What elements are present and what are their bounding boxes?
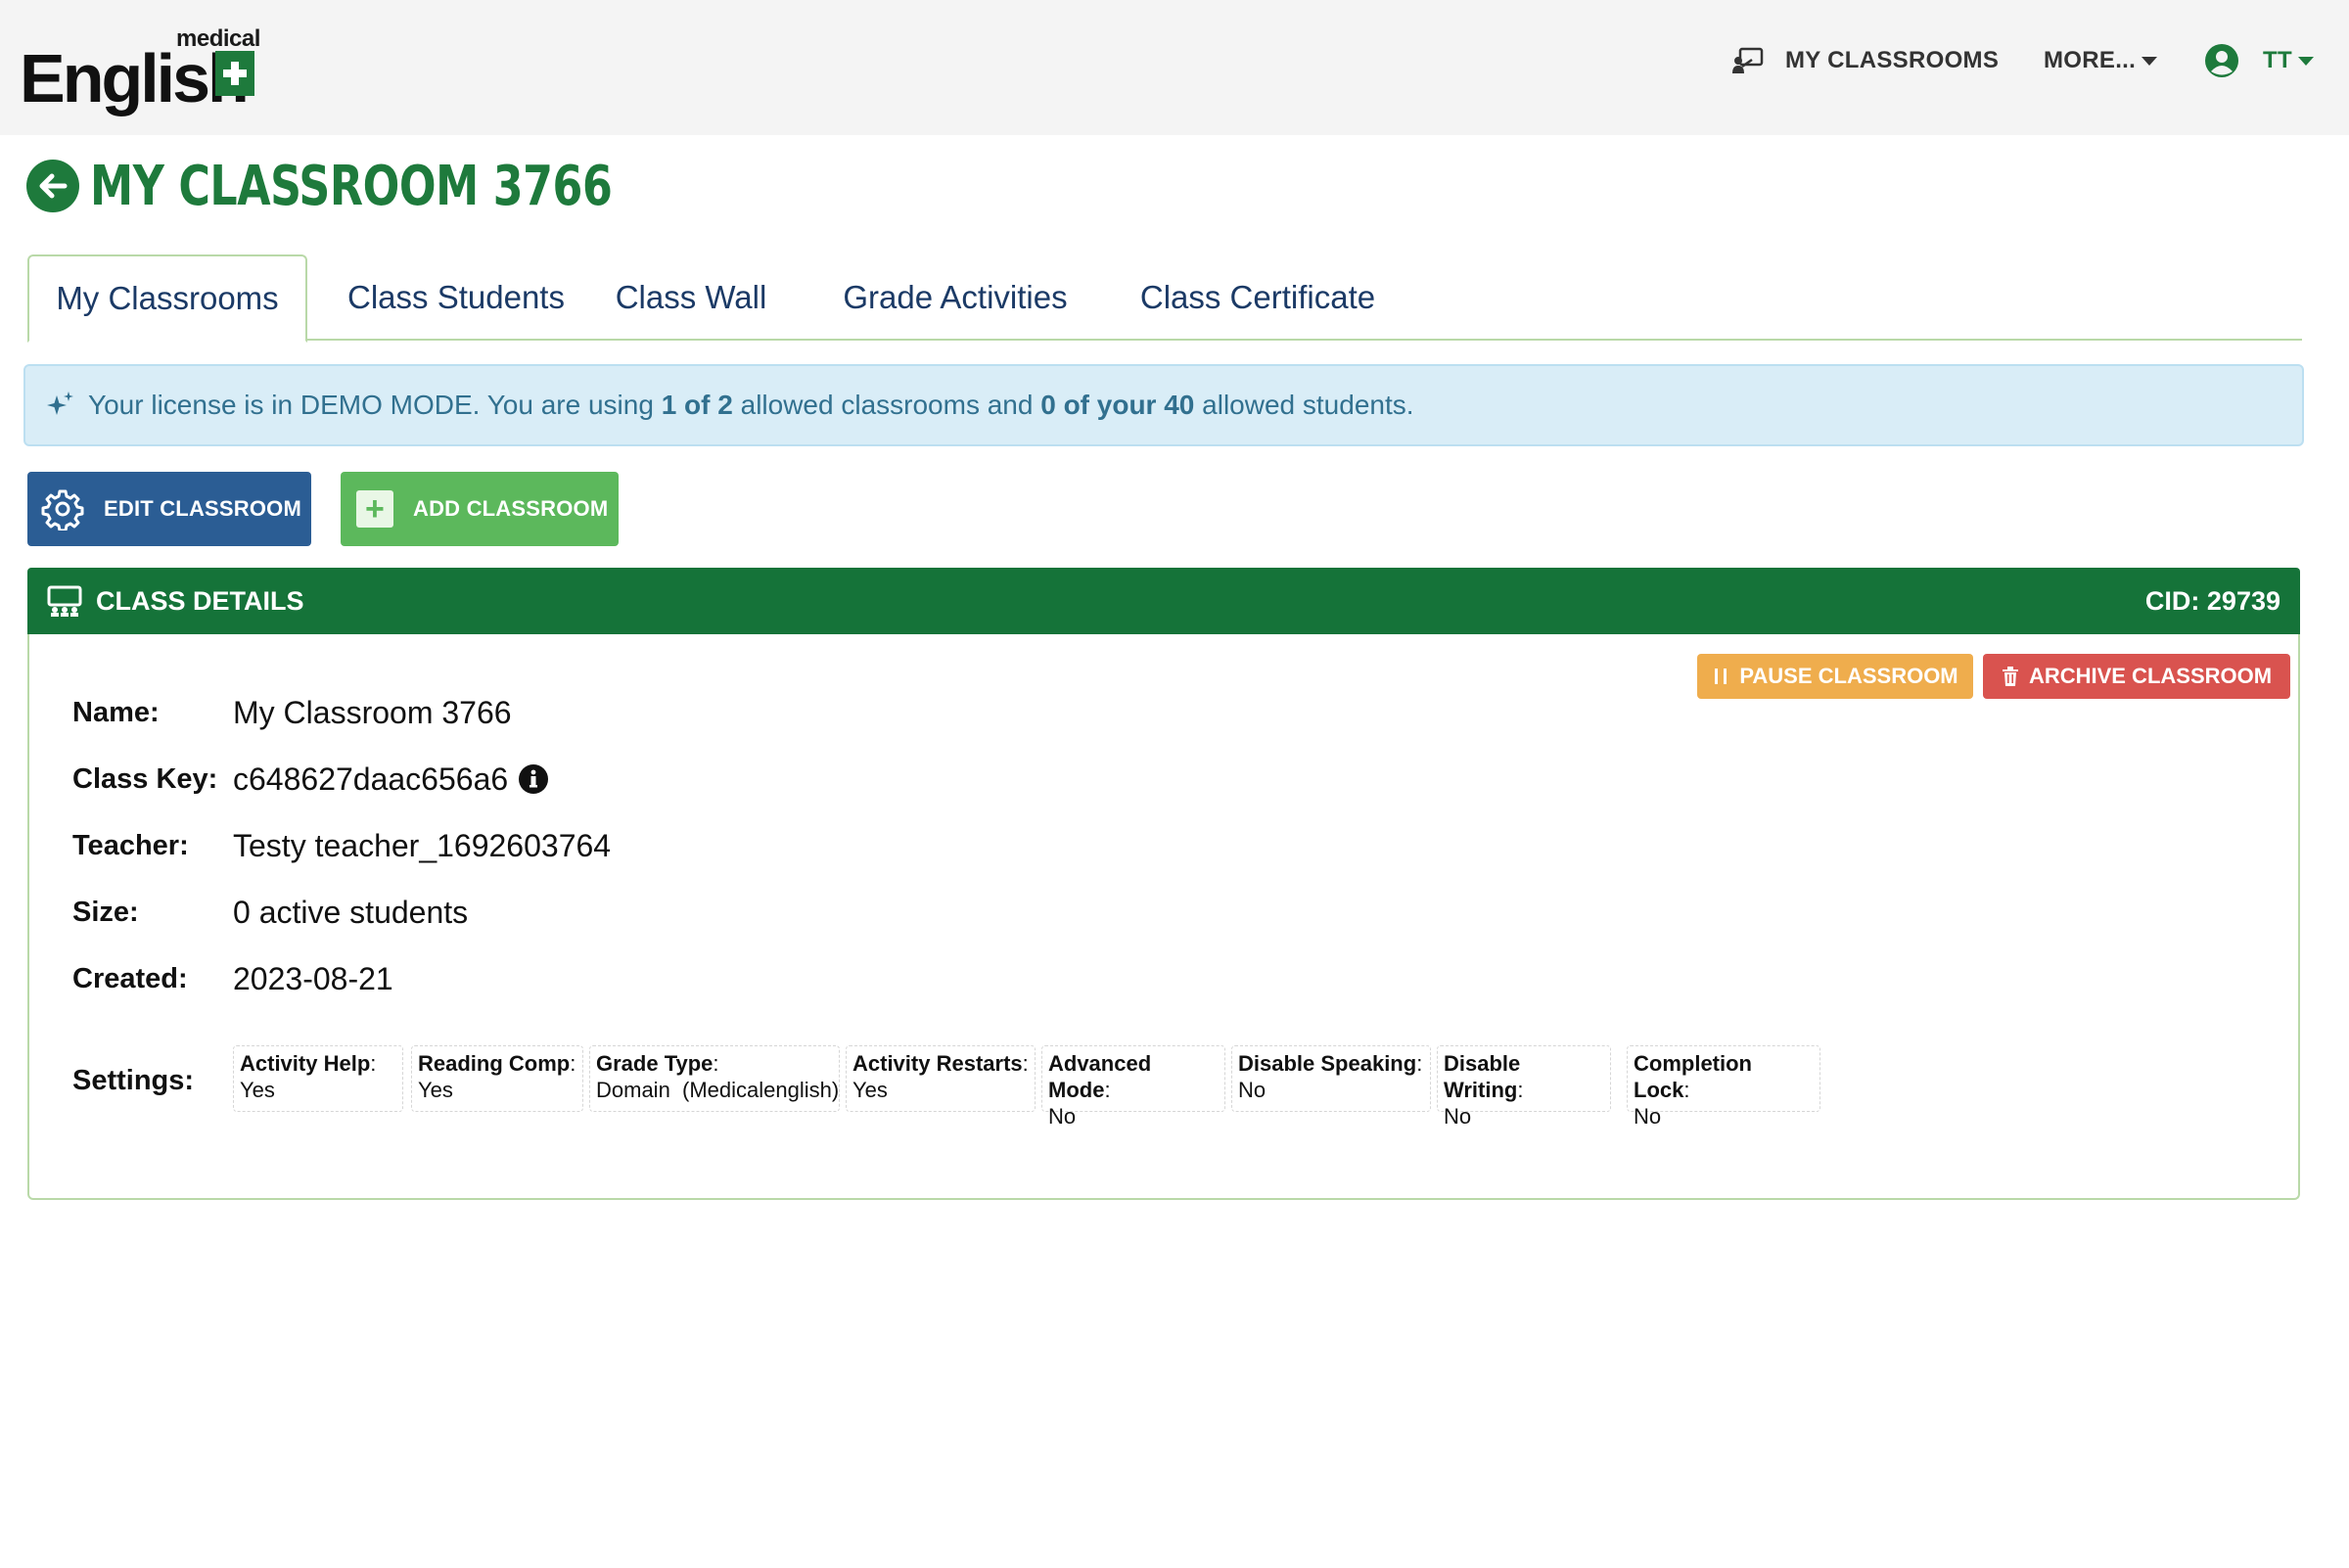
trash-icon [2002, 667, 2018, 686]
caret-down-icon [2297, 56, 2314, 66]
setting-value: Yes [418, 1078, 453, 1102]
back-arrow-icon[interactable] [25, 159, 80, 213]
setting-activity-restarts: Activity Restarts Yes [846, 1045, 1036, 1112]
setting-value: Yes [852, 1078, 888, 1102]
setting-key: Grade Type [596, 1050, 833, 1077]
presentation-icon [47, 585, 82, 617]
detail-row-teacher: Teacher: Testy teacher_1692603764 [72, 826, 611, 865]
logo-english-text: English [20, 40, 250, 116]
caret-down-icon [2142, 56, 2158, 66]
user-circle-icon [2205, 44, 2238, 77]
name-label: Name: [72, 696, 160, 728]
detail-row-created: Created: 2023-08-21 [72, 959, 393, 998]
logo-plus-icon [215, 51, 254, 96]
pause-icon [1715, 669, 1727, 684]
setting-key: Reading Comp [418, 1050, 576, 1077]
nav-more-label: MORE... [2044, 47, 2137, 73]
tab-class-certificate[interactable]: Class Certificate [1116, 254, 1400, 341]
alert-text-prefix: Your license is in DEMO MODE. You are us… [88, 390, 662, 420]
setting-key: Advanced Mode [1048, 1050, 1219, 1103]
user-initials: TT [2263, 47, 2292, 73]
class-details-title: CLASS DETAILS [96, 585, 304, 616]
created-label: Created: [72, 962, 188, 994]
setting-disable-writing: Disable Writing No [1437, 1045, 1611, 1129]
tab-class-students[interactable]: Class Students [321, 254, 591, 341]
teacher-value: Testy teacher_1692603764 [233, 827, 612, 863]
classroom-icon [1732, 47, 1764, 73]
name-value: My Classroom 3766 [233, 694, 512, 730]
nav-my-classrooms[interactable]: MY CLASSROOMS [1732, 43, 1999, 78]
setting-completion-lock: Completion Lock No [1627, 1045, 1820, 1129]
created-value: 2023-08-21 [233, 960, 393, 996]
archive-classroom-label: ARCHIVE CLASSROOM [2028, 664, 2273, 688]
add-classroom-label: ADD CLASSROOM [413, 496, 609, 521]
alert-classroom-count: 1 of 2 [661, 390, 733, 420]
alert-text-mid: allowed classrooms and [732, 390, 1041, 420]
plus-square-icon: + [356, 490, 393, 528]
nav-my-classrooms-label: MY CLASSROOMS [1785, 47, 2000, 73]
detail-row-size: Size: 0 active students [72, 893, 468, 932]
add-classroom-button[interactable]: + ADD CLASSROOM [341, 472, 619, 546]
tab-my-classrooms[interactable]: My Classrooms [27, 254, 307, 343]
class-details-panel: PAUSE CLASSROOM ARCHIVE CLASSROOM Name: … [27, 634, 2300, 1200]
detail-row-class-key: Class Key: c648627daac656a6 [72, 760, 549, 799]
setting-grade-type: Grade Type Domain (Medicalenglish) [589, 1045, 840, 1112]
alert-text-suffix: allowed students. [1194, 390, 1414, 420]
size-label: Size: [72, 896, 139, 928]
top-navbar: medical English MY CLASSROOMS MORE... TT [0, 0, 2349, 135]
setting-advanced-mode: Advanced Mode No [1041, 1045, 1225, 1129]
size-value: 0 active students [233, 894, 469, 930]
page-header: MY CLASSROOM 3766 [25, 154, 683, 218]
tab-class-wall[interactable]: Class Wall [603, 254, 779, 341]
setting-disable-speaking: Disable Speaking No [1231, 1045, 1431, 1112]
teacher-label: Teacher: [72, 829, 189, 861]
pause-classroom-label: PAUSE CLASSROOM [1739, 664, 1958, 688]
setting-key: Disable Speaking [1238, 1050, 1424, 1077]
site-logo[interactable]: medical English [20, 23, 264, 116]
nav-more-dropdown[interactable]: MORE... [2044, 43, 2158, 78]
settings-label: Settings: [72, 1065, 195, 1096]
setting-activity-help: Activity Help Yes [233, 1045, 403, 1112]
setting-key: Activity Help [240, 1050, 396, 1077]
setting-reading-comp: Reading Comp Yes [411, 1045, 583, 1112]
setting-value: No [1634, 1104, 1662, 1129]
setting-key: Activity Restarts [852, 1050, 1029, 1077]
classroom-tabs: My Classrooms Class Students Class Wall … [27, 254, 2302, 343]
setting-value: No [1238, 1078, 1267, 1102]
class-key-label: Class Key: [72, 762, 218, 795]
edit-classroom-label: EDIT CLASSROOM [104, 496, 302, 521]
nav-user-menu[interactable]: TT [2204, 43, 2314, 78]
archive-classroom-button[interactable]: ARCHIVE CLASSROOM [1983, 654, 2290, 699]
sparkles-icon [47, 392, 73, 415]
alert-student-count: 0 of your 40 [1040, 390, 1195, 420]
detail-row-name: Name: My Classroom 3766 [72, 693, 512, 732]
page-title: MY CLASSROOM 3766 [90, 154, 613, 218]
setting-value: Yes [240, 1078, 275, 1102]
setting-value: No [1444, 1104, 1472, 1129]
setting-key: Completion Lock [1634, 1050, 1814, 1103]
gear-icon [41, 489, 84, 530]
setting-key: Disable Writing [1444, 1050, 1604, 1103]
edit-classroom-button[interactable]: EDIT CLASSROOM [27, 472, 311, 546]
setting-value: Domain (Medicalenglish) [596, 1078, 840, 1102]
class-id: CID: 29739 [2144, 585, 2280, 616]
info-icon[interactable] [518, 763, 549, 795]
license-alert: Your license is in DEMO MODE. You are us… [23, 364, 2304, 446]
class-key-value: c648627daac656a6 [233, 761, 509, 797]
pause-classroom-button[interactable]: PAUSE CLASSROOM [1697, 654, 1973, 699]
setting-value: No [1048, 1104, 1077, 1129]
class-details-header: CLASS DETAILS CID: 29739 [27, 568, 2300, 634]
tab-grade-activities[interactable]: Grade Activities [828, 254, 1082, 341]
